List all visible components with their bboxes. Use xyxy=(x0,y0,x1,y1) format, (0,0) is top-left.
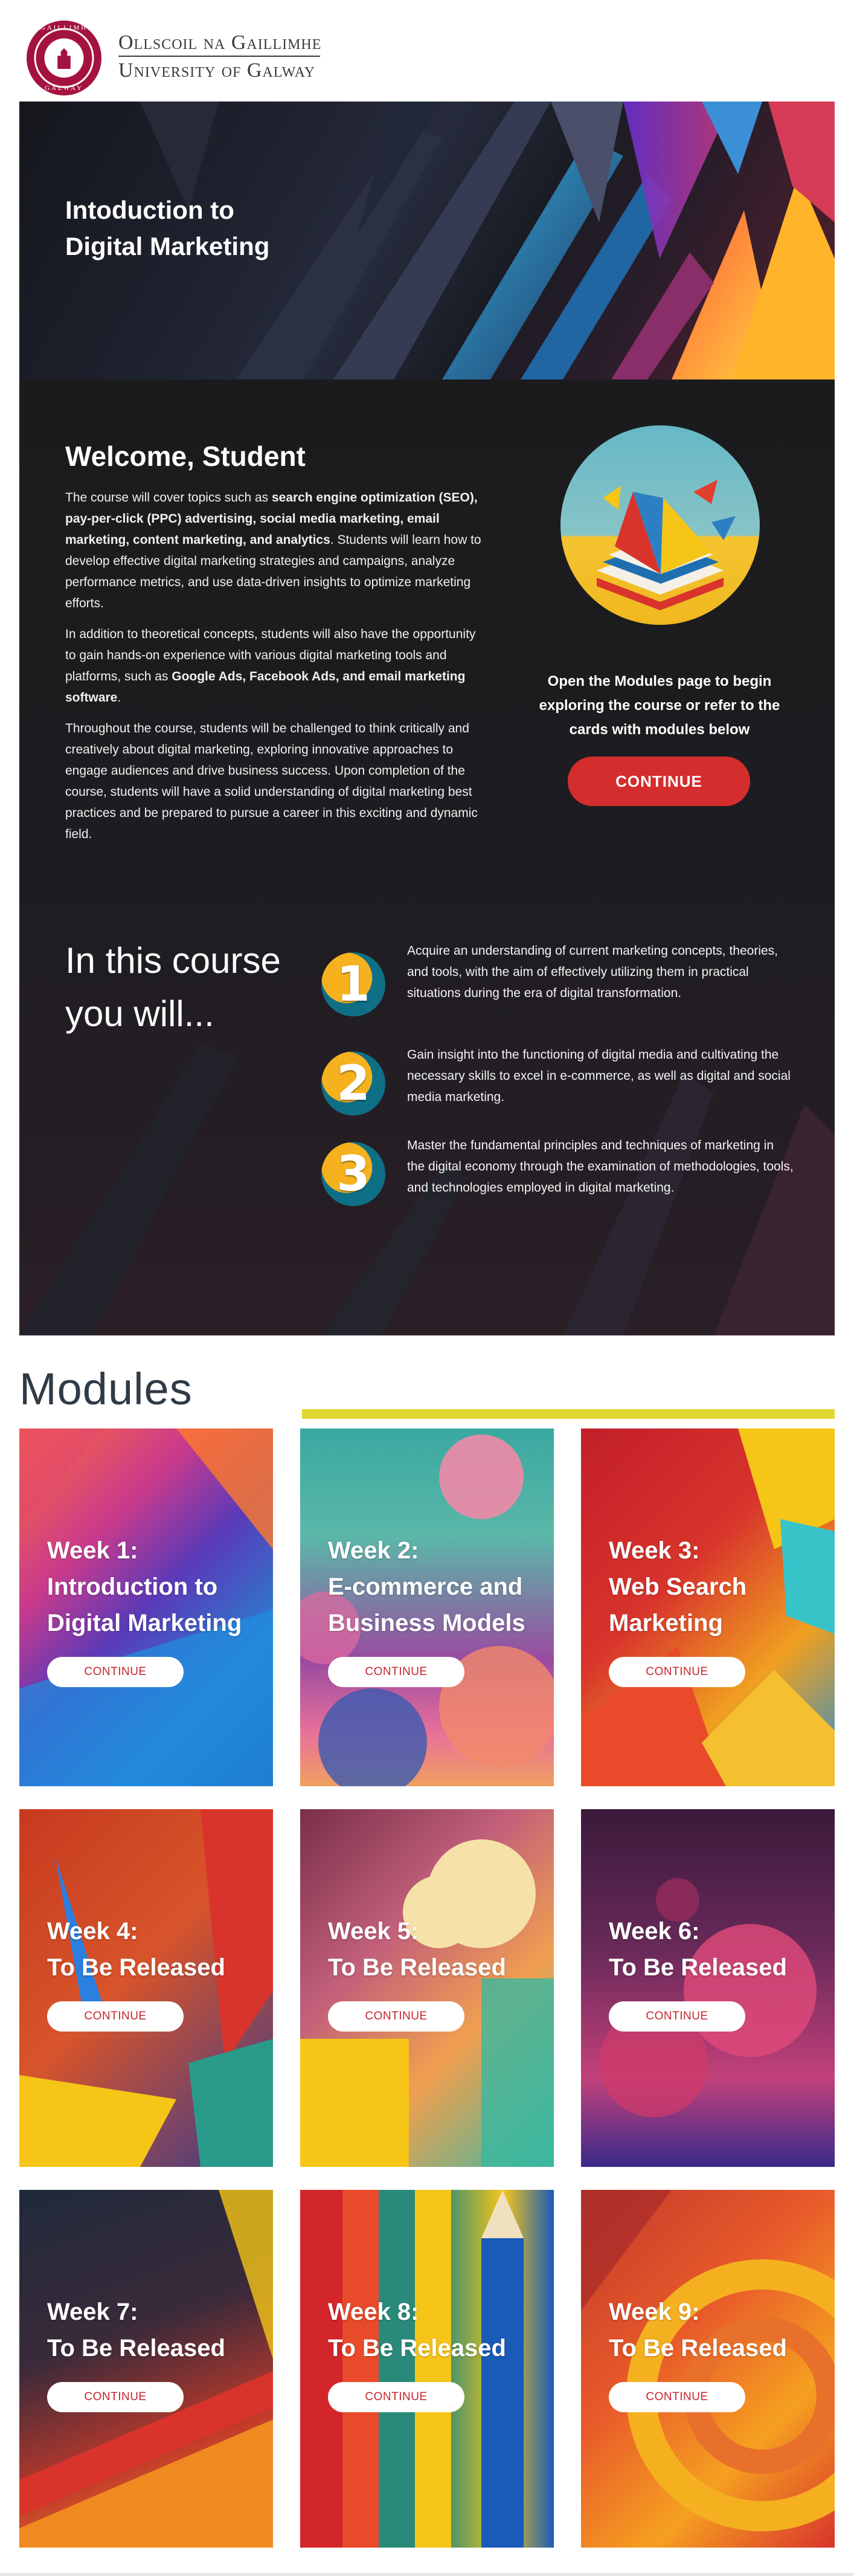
module-card-week-8[interactable]: Week 8: To Be Released CONTINUE xyxy=(300,2190,554,2548)
module-title: Week 5: To Be Released xyxy=(328,1918,506,1981)
modules-instruction-text: Open the Modules page to begin exploring… xyxy=(539,673,780,738)
module-card-week-1[interactable]: Week 1: Introduction to Digital Marketing … xyxy=(19,1428,273,1786)
module-card-week-6[interactable]: Week 6: To Be Released CONTINUE xyxy=(581,1809,835,2167)
module-title: Week 4: To Be Released xyxy=(47,1918,225,1981)
english-name: University of Galway xyxy=(118,59,316,82)
module-continue-button[interactable]: CONTINUE xyxy=(609,2001,745,2032)
module-title: Week 2: E-commerce and Business Models xyxy=(328,1537,525,1636)
castle-icon xyxy=(57,48,71,69)
course-title-line2: Digital Marketing xyxy=(65,232,270,260)
module-continue-button[interactable]: CONTINUE xyxy=(47,1657,184,1687)
modules-heading: Modules xyxy=(19,1364,193,1414)
module-card-week-7[interactable]: Week 7: To Be Released CONTINUE xyxy=(19,2190,273,2548)
seal-bottom-text: GALWAY xyxy=(45,85,83,92)
module-continue-button[interactable]: CONTINUE xyxy=(47,2382,184,2412)
welcome-paragraph-3: Throughout the course, students will be … xyxy=(65,721,478,841)
university-wordmark[interactable]: Ollscoil na Gaillimhe University of Galw… xyxy=(118,31,321,82)
hero-banner: Intoduction to Digital Marketing xyxy=(19,102,835,379)
university-seal-logo[interactable]: GAILLIMH GALWAY xyxy=(27,21,101,95)
number-one-icon: 1 xyxy=(321,952,385,1016)
module-continue-button[interactable]: CONTINUE xyxy=(609,2382,745,2412)
welcome-section: Welcome, Student The course will cover t… xyxy=(19,379,835,1335)
module-card-week-4[interactable]: Week 4: To Be Released CONTINUE xyxy=(19,1809,273,2167)
course-title: Intoduction to Digital Marketing xyxy=(65,192,269,265)
modules-accent-rule xyxy=(302,1409,835,1419)
page-bottom-border xyxy=(0,2573,854,2576)
module-card-week-3[interactable]: Week 3: Web Search Marketing CONTINUE xyxy=(581,1428,835,1786)
irish-name: Ollscoil na Gaillimhe xyxy=(118,31,322,54)
wordmark-divider xyxy=(118,56,320,57)
continue-button[interactable]: CONTINUE xyxy=(568,757,750,806)
module-continue-button[interactable]: CONTINUE xyxy=(328,2001,464,2032)
module-title: Week 9: To Be Released xyxy=(609,2299,787,2361)
module-title: Week 1: Introduction to Digital Marketing xyxy=(47,1537,242,1636)
welcome-text: The course will cover topics such as sea… xyxy=(65,487,482,854)
module-title: Week 8: To Be Released xyxy=(328,2299,506,2361)
module-continue-button[interactable]: CONTINUE xyxy=(328,2382,464,2412)
outcome-1-text: Acquire an understanding of current mark… xyxy=(407,944,779,1000)
course-outcomes-heading: In this course you will... xyxy=(65,934,281,1041)
welcome-paragraph-1: The course will cover topics such as sea… xyxy=(65,491,481,610)
welcome-heading: Welcome, Student xyxy=(65,441,306,472)
welcome-paragraph-2: In addition to theoretical concepts, stu… xyxy=(65,627,476,705)
site-header: GAILLIMH GALWAY Ollscoil na Gaillimhe Un… xyxy=(0,0,854,103)
outcome-3-text: Master the fundamental principles and te… xyxy=(407,1138,794,1195)
course-title-line1: Intoduction to xyxy=(65,196,234,224)
course-outcomes-heading-line1: In this course xyxy=(65,940,281,981)
outcome-2-text: Gain insight into the functioning of dig… xyxy=(407,1048,791,1104)
number-three-icon: 3 xyxy=(321,1142,385,1206)
seal-top-text: GAILLIMH xyxy=(40,24,88,31)
course-outcomes-heading-line2: you will... xyxy=(65,993,214,1034)
open-book-illustration xyxy=(560,425,760,625)
module-continue-button[interactable]: CONTINUE xyxy=(328,1657,464,1687)
module-title: Week 3: Web Search Marketing xyxy=(609,1537,747,1636)
module-card-week-5[interactable]: Week 5: To Be Released CONTINUE xyxy=(300,1809,554,2167)
module-card-week-9[interactable]: Week 9: To Be Released CONTINUE xyxy=(581,2190,835,2548)
module-card-week-2[interactable]: Week 2: E-commerce and Business Models CON… xyxy=(300,1428,554,1786)
module-continue-button[interactable]: CONTINUE xyxy=(47,2001,184,2032)
module-title: Week 6: To Be Released xyxy=(609,1918,787,1981)
module-continue-button[interactable]: CONTINUE xyxy=(609,1657,745,1687)
number-two-icon: 2 xyxy=(321,1051,385,1115)
module-title: Week 7: To Be Released xyxy=(47,2299,225,2361)
